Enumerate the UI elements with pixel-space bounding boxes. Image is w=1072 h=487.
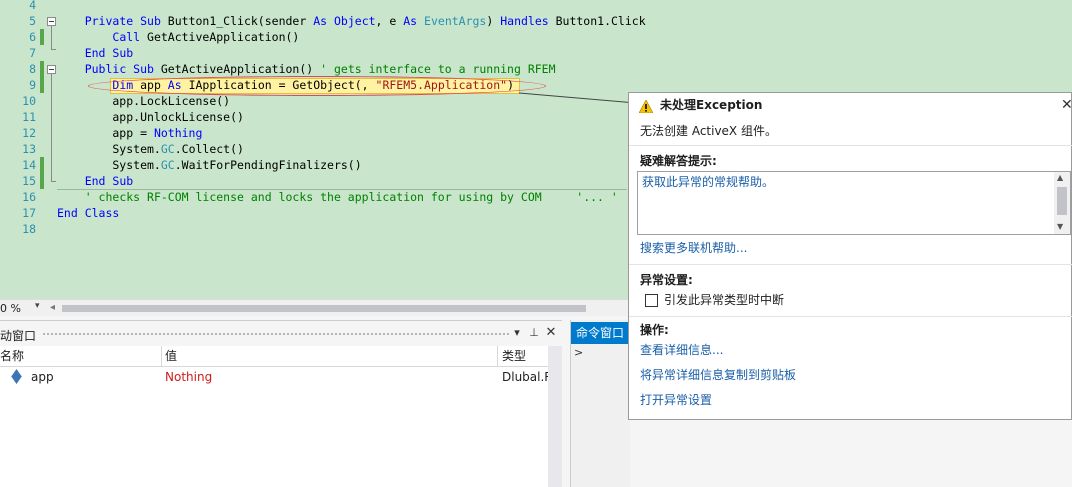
- open-exception-settings-link[interactable]: 打开异常设置: [640, 392, 712, 408]
- column-header-type[interactable]: 类型: [502, 346, 526, 366]
- exception-title: 未处理Exception: [660, 98, 763, 112]
- close-icon[interactable]: ✕: [544, 325, 558, 341]
- horizontal-scroll-thumb[interactable]: [62, 305, 586, 312]
- locals-header: 动窗口 ▾ ⊥ ✕: [0, 321, 562, 346]
- divider: [629, 264, 1072, 265]
- locals-title[interactable]: 动窗口: [0, 327, 36, 344]
- divider: [629, 316, 1072, 317]
- scroll-thumb[interactable]: [1057, 187, 1067, 215]
- object-icon: [11, 369, 22, 384]
- row-name: app: [31, 370, 54, 384]
- window-menu-icon[interactable]: ▾: [510, 325, 524, 341]
- command-prompt[interactable]: >: [574, 346, 583, 359]
- locals-window: 动窗口 ▾ ⊥ ✕ 名称 值 类型 app Nothing Dlubal.R: [0, 320, 562, 487]
- scroll-left-icon[interactable]: ◂: [50, 302, 55, 313]
- column-header-value[interactable]: 值: [165, 346, 177, 366]
- scroll-up-icon[interactable]: ▲: [1057, 173, 1063, 182]
- tips-box: 获取此异常的常规帮助。 ▲ ▼: [637, 171, 1071, 235]
- divider: [629, 145, 1072, 146]
- row-type: Dlubal.R: [502, 370, 548, 384]
- pin-icon[interactable]: ⊥: [527, 325, 541, 341]
- editor-scroll-bar: 0 % ▾ ◂: [0, 299, 628, 316]
- column-divider[interactable]: [497, 346, 498, 366]
- zoom-level[interactable]: 0 %: [0, 302, 21, 315]
- drag-grip[interactable]: [42, 332, 510, 336]
- command-window: 命令窗口 >: [570, 320, 630, 487]
- break-on-exception-label[interactable]: 引发此异常类型时中断: [664, 292, 784, 308]
- actions-heading: 操作:: [640, 323, 669, 337]
- column-header-name[interactable]: 名称: [0, 346, 24, 366]
- exception-message: 无法创建 ActiveX 组件。: [640, 124, 777, 138]
- tab-command-window[interactable]: 命令窗口: [571, 322, 629, 344]
- copy-details-link[interactable]: 将异常详细信息复制到剪贴板: [640, 367, 796, 383]
- tips-scrollbar[interactable]: ▲ ▼: [1054, 172, 1070, 234]
- break-on-exception-checkbox[interactable]: [645, 294, 658, 307]
- search-online-help-link[interactable]: 搜索更多联机帮助...: [640, 240, 747, 256]
- row-value: Nothing: [165, 370, 213, 384]
- scroll-down-icon[interactable]: ▼: [1057, 222, 1063, 231]
- warning-icon: [639, 100, 653, 113]
- settings-heading: 异常设置:: [640, 273, 693, 287]
- tips-heading: 疑难解答提示:: [640, 154, 717, 168]
- header-divider: [0, 366, 548, 367]
- exception-popup: 未处理Exception ✕ 无法创建 ActiveX 组件。 疑难解答提示: …: [628, 92, 1072, 420]
- chevron-down-icon[interactable]: ▾: [35, 301, 40, 311]
- close-icon[interactable]: ✕: [1061, 97, 1072, 113]
- vertical-scrollbar[interactable]: [548, 346, 562, 487]
- view-details-link[interactable]: 查看详细信息...: [640, 342, 723, 358]
- general-help-link[interactable]: 获取此异常的常规帮助。: [642, 174, 774, 190]
- column-divider[interactable]: [161, 346, 162, 366]
